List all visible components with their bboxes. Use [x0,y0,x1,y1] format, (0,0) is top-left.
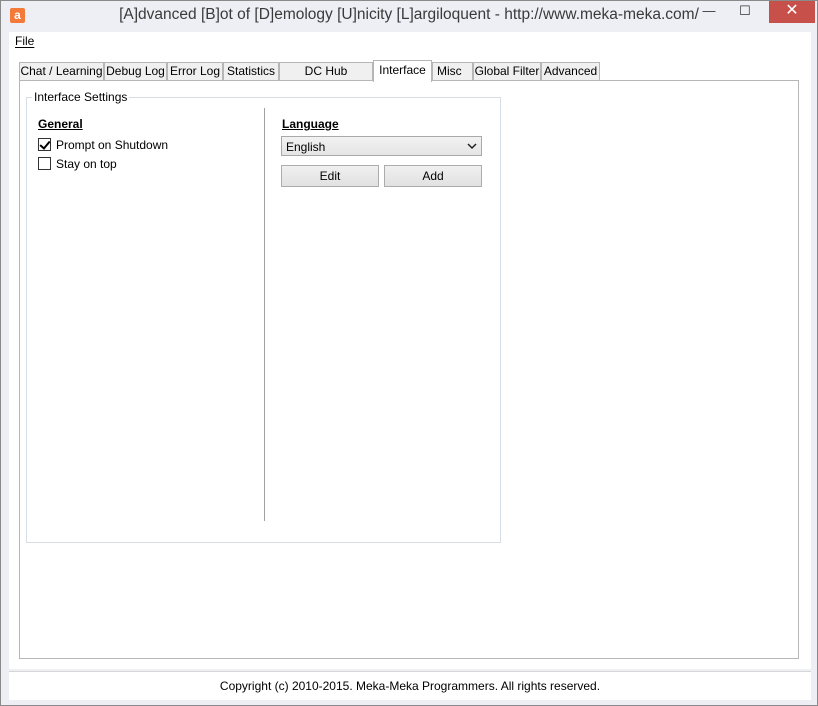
tab-statistics[interactable]: Statistics [223,62,279,81]
section-divider [264,108,265,521]
menu-item-file[interactable]: File [15,34,34,48]
prompt-on-shutdown-option[interactable]: Prompt on Shutdown [38,137,168,152]
language-select-value: English [286,140,326,154]
title-bar[interactable]: a [A]dvanced [B]ot of [D]emology [U]nici… [1,1,817,31]
edit-language-button[interactable]: Edit [281,165,379,187]
general-section-title: General [38,117,83,131]
interface-tab-panel: Interface Settings General Prompt on Shu… [19,80,799,659]
prompt-on-shutdown-label: Prompt on Shutdown [56,137,169,152]
prompt-on-shutdown-checkbox[interactable] [38,138,51,151]
minimize-button[interactable]: — [695,1,723,23]
tab-debug-log[interactable]: Debug Log [104,62,167,81]
stay-on-top-checkbox[interactable] [38,157,51,170]
tab-misc[interactable]: Misc [432,62,473,81]
menu-bar: File [9,32,811,50]
interface-settings-legend: Interface Settings [32,90,130,104]
client-area: Chat / Learning Debug Log Error Log Stat… [9,50,811,669]
tab-chat-learning[interactable]: Chat / Learning [19,62,104,81]
add-language-button[interactable]: Add [384,165,482,187]
language-section-title: Language [282,117,339,131]
tab-dc-hub-accounts[interactable]: DC Hub Accounts [279,62,373,95]
stay-on-top-label: Stay on top [56,156,117,171]
main-window: a [A]dvanced [B]ot of [D]emology [U]nici… [0,0,818,706]
language-select[interactable]: English [281,136,482,156]
chevron-down-icon [467,138,477,157]
stay-on-top-option[interactable]: Stay on top [38,156,117,171]
copyright-text: Copyright (c) 2010-2015. Meka-Meka Progr… [219,679,601,693]
tab-global-filter[interactable]: Global Filter [473,62,541,81]
interface-settings-group: Interface Settings General Prompt on Shu… [26,90,501,543]
close-button[interactable]: ✕ [769,1,815,23]
status-bar: Copyright (c) 2010-2015. Meka-Meka Progr… [9,671,811,700]
tab-interface[interactable]: Interface [373,60,432,82]
tab-advanced[interactable]: Advanced [541,62,600,81]
tab-error-log[interactable]: Error Log [167,62,223,81]
maximize-button[interactable]: ☐ [723,1,767,23]
